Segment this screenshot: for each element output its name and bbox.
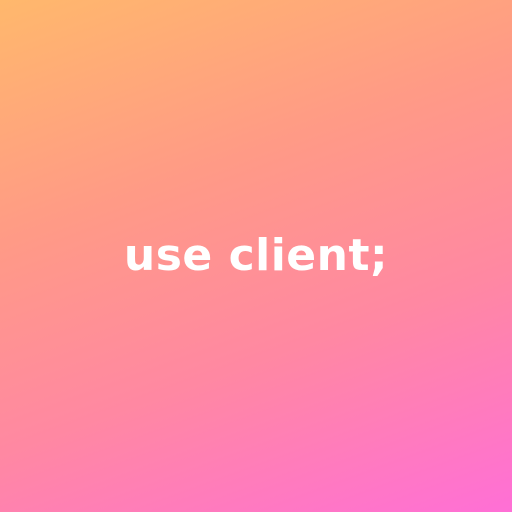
headline-text: use client; [123, 230, 389, 281]
gradient-background: use client; [0, 0, 512, 512]
